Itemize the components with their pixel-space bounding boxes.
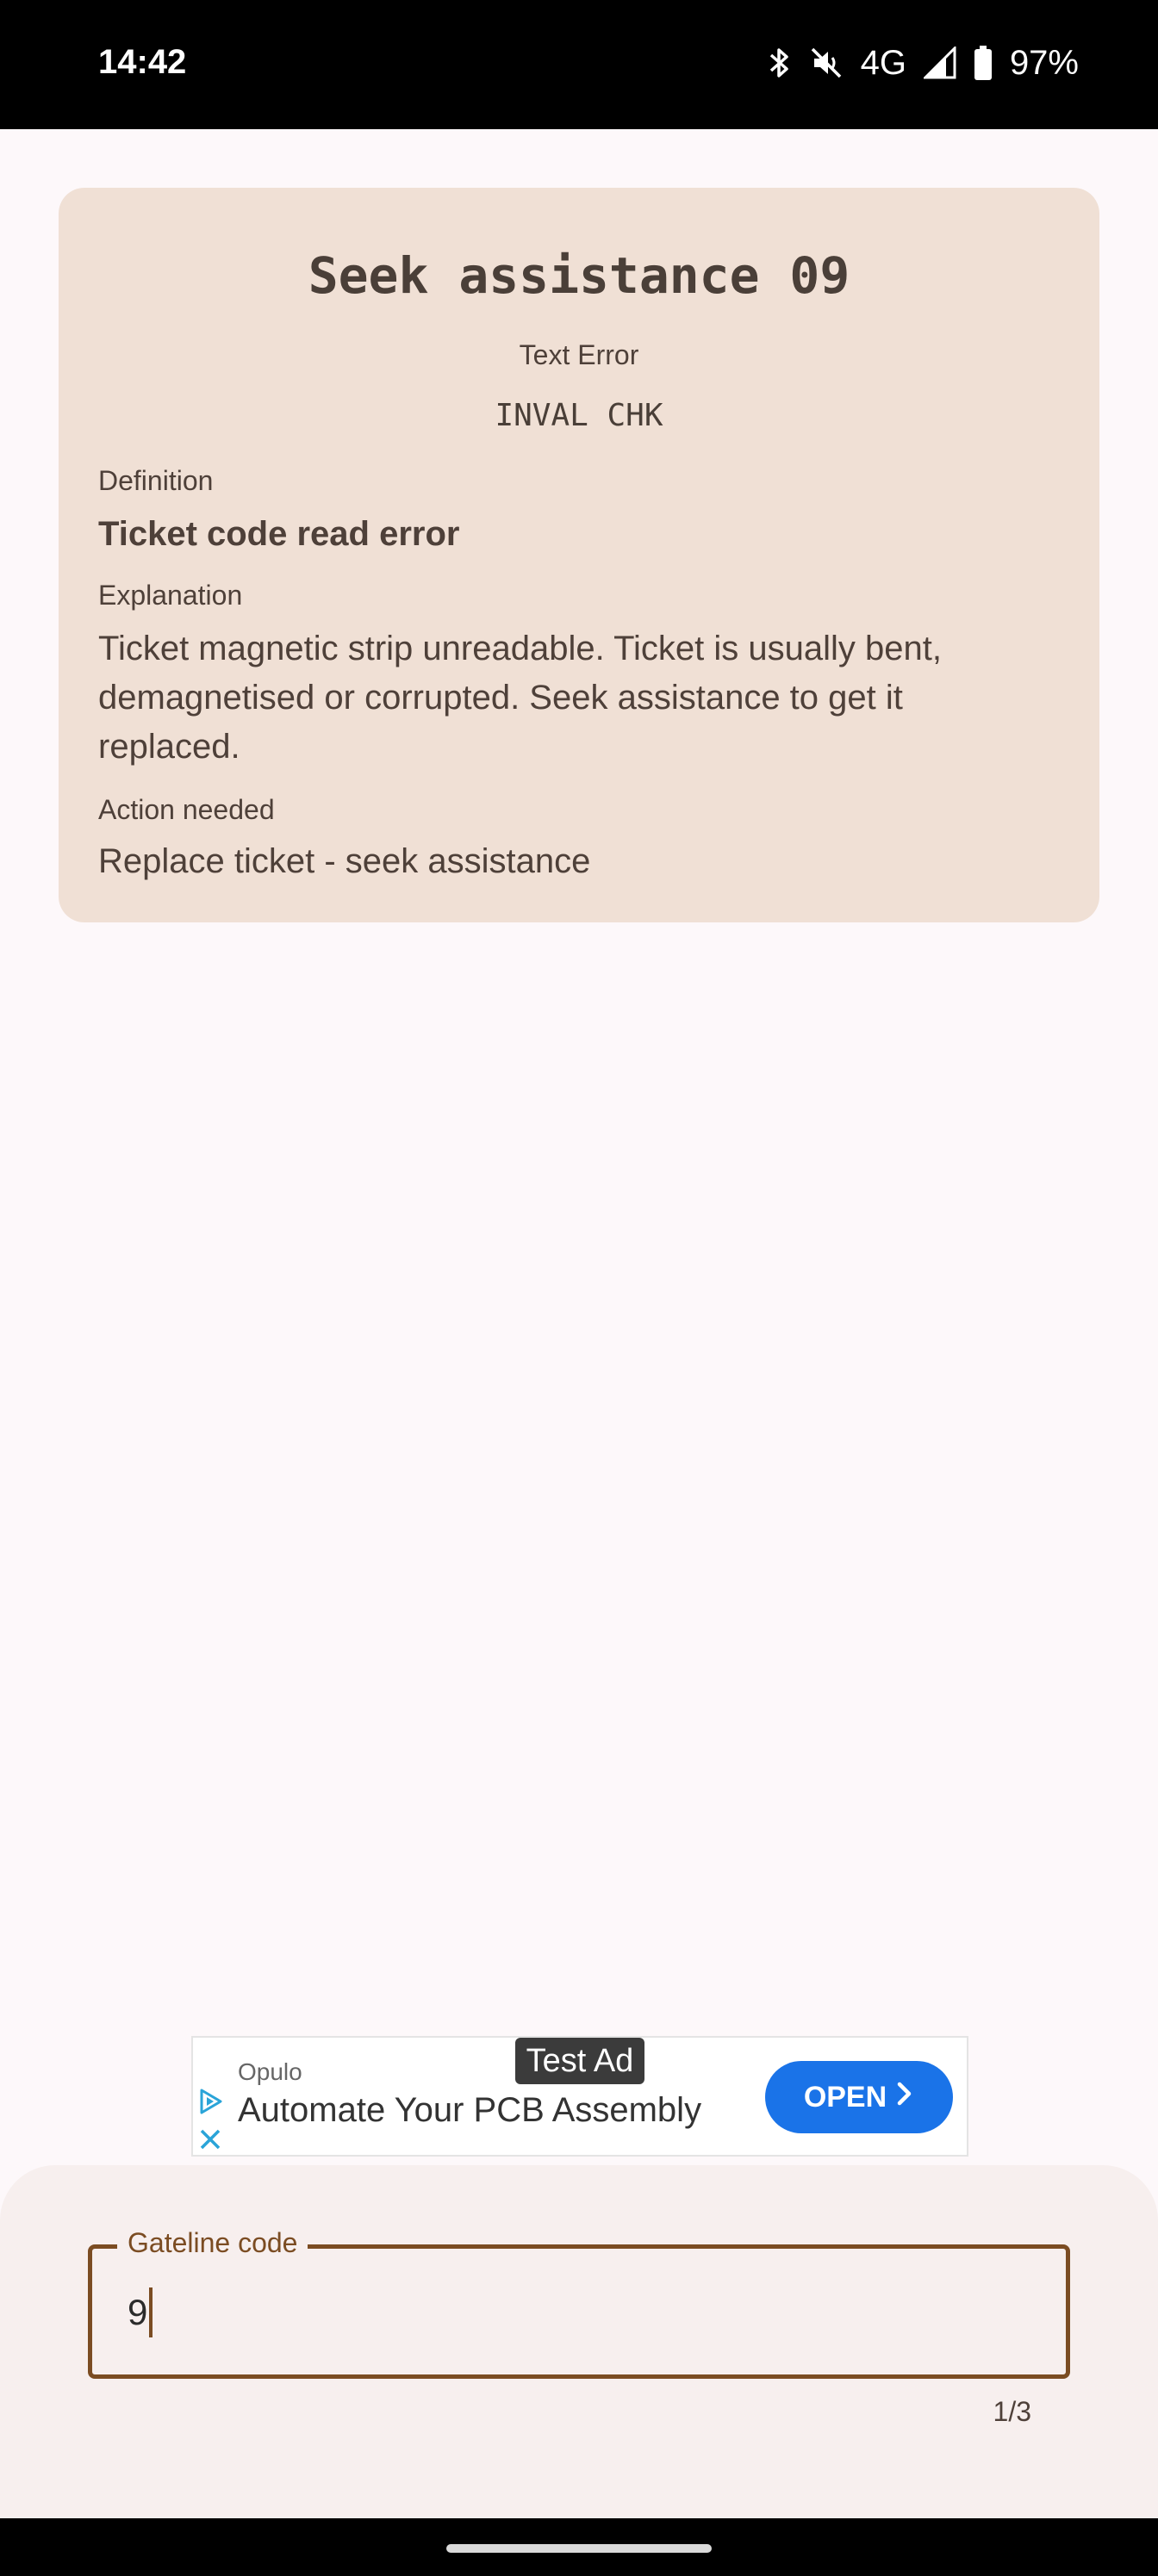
home-gesture-handle[interactable] xyxy=(446,2544,712,2553)
status-bar: 14:42 4G 97% xyxy=(0,0,1158,129)
chevron-right-icon xyxy=(895,2081,914,2114)
gateline-code-field[interactable] xyxy=(88,2244,1070,2379)
battery-icon xyxy=(974,46,993,80)
gateline-code-value: 9 xyxy=(128,2292,148,2332)
explanation-value: Ticket magnetic strip unreadable. Ticket… xyxy=(98,630,942,766)
status-icons: 4G 97% xyxy=(766,41,1079,84)
action-label: Action needed xyxy=(98,794,275,825)
text-error-code: INVAL CHK xyxy=(495,398,663,433)
text-caret xyxy=(149,2287,153,2337)
status-time: 14:42 xyxy=(98,43,187,81)
battery-percent: 97% xyxy=(1009,43,1079,82)
ad-open-label: OPEN xyxy=(803,2080,887,2114)
signal-icon xyxy=(923,47,956,79)
action-value: Replace ticket - seek assistance xyxy=(98,842,591,880)
gateline-code-label: Gateline code xyxy=(117,2227,308,2259)
test-ad-badge: Test Ad xyxy=(515,2038,644,2084)
ad-open-button[interactable]: OPEN xyxy=(765,2061,953,2133)
ad-choices-icon[interactable] xyxy=(195,2086,226,2121)
ad-advertiser: Opulo xyxy=(238,2058,302,2085)
ad-headline[interactable]: Automate Your PCB Assembly xyxy=(238,2091,701,2130)
definition-value: Ticket code read error xyxy=(98,515,460,553)
gateline-code-input[interactable]: 9 xyxy=(128,2287,153,2337)
character-counter: 1/3 xyxy=(993,2396,1031,2427)
network-type: 4G xyxy=(860,43,906,82)
explanation-label: Explanation xyxy=(98,580,243,611)
definition-label: Definition xyxy=(98,465,214,496)
close-icon[interactable] xyxy=(195,2124,226,2159)
mute-icon xyxy=(809,46,844,80)
error-title: Seek assistance 09 xyxy=(308,246,850,305)
bluetooth-icon xyxy=(766,46,792,80)
app-screen: 14:42 4G 97% Seek assistance 09 Text Err… xyxy=(0,0,1158,2576)
text-error-label: Text Error xyxy=(519,339,639,370)
